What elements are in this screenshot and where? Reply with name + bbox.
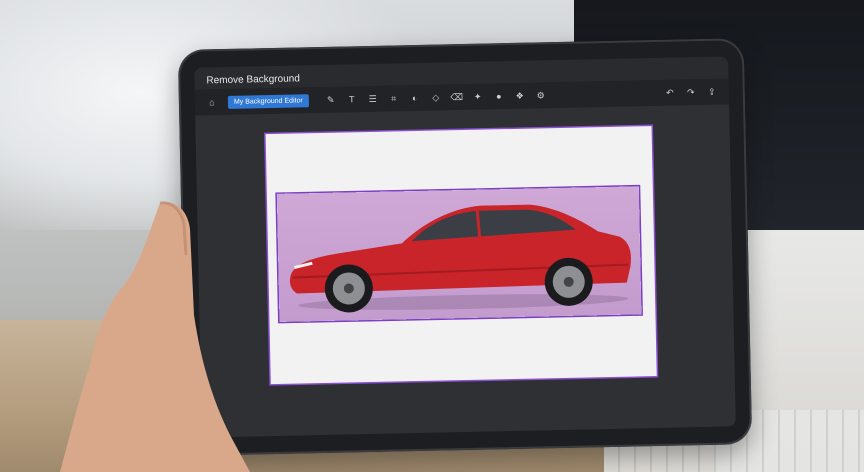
brush-icon[interactable]: ✎ [324,93,338,107]
red-car-image [289,204,631,313]
settings-icon[interactable]: ⚙ [534,88,548,102]
text-icon[interactable]: T [345,92,359,106]
redo-icon[interactable]: ↷ [684,85,698,99]
wand-icon[interactable]: ✦ [471,90,485,104]
home-icon[interactable]: ⌂ [205,95,219,109]
selected-image[interactable] [276,186,642,322]
hand [60,201,250,472]
color-icon[interactable]: ● [492,89,506,103]
eraser-icon[interactable]: ⌫ [450,90,464,104]
artboard[interactable] [265,126,657,385]
app-title: Remove Background [206,73,300,87]
crop-icon[interactable]: ⌗ [387,91,401,105]
canvas-area[interactable] [195,104,736,438]
effects-icon[interactable]: ❖ [513,89,527,103]
adjust-icon[interactable]: ◐ [408,91,422,105]
share-icon[interactable]: ⇪ [705,85,719,99]
undo-icon[interactable]: ↶ [663,86,677,100]
background-editor-button[interactable]: My Background Editor [227,93,309,109]
tablet: Remove Background ⌂ My Background Editor… [177,38,753,456]
shape-icon[interactable]: ◇ [429,90,443,104]
tablet-screen: Remove Background ⌂ My Background Editor… [194,56,736,438]
layers-icon[interactable]: ☰ [366,92,380,106]
